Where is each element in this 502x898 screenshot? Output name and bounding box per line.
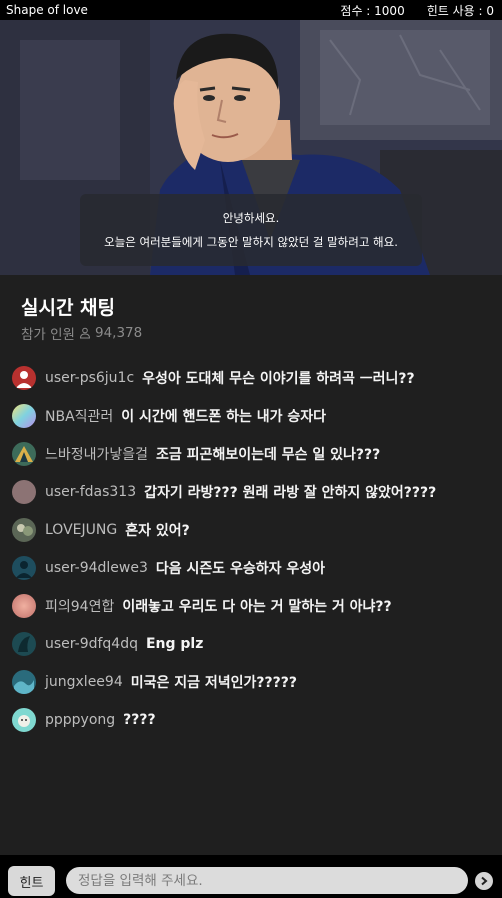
chat-message: ppppyong ???? <box>12 707 156 733</box>
chevron-right-icon <box>481 876 488 886</box>
chat-username[interactable]: NBA직관러 <box>45 406 113 426</box>
chat-username[interactable]: user-94dlewe3 <box>45 560 148 576</box>
answer-input[interactable] <box>66 867 468 894</box>
chat-username[interactable]: user-fdas313 <box>45 484 136 500</box>
hint-usage-text: 힌트 사용 : 0 <box>426 3 494 18</box>
chat-username[interactable]: user-9dfq4dq <box>45 636 138 652</box>
live-chat-panel: 실시간 채팅 참가 인원 94,378 user-ps6ju1c 우성아 도대체… <box>0 275 502 855</box>
subtitle-box: 안녕하세요. 오늘은 여러분들에게 그동안 말하지 않았던 걸 말하려고 해요. <box>80 194 422 266</box>
chat-username[interactable]: user-ps6ju1c <box>45 370 134 386</box>
chat-text: 다음 시즌도 우승하자 우성아 <box>155 561 326 577</box>
chat-message: user-ps6ju1c 우성아 도대체 무슨 이야기를 하려곡 ㅡ러니?? <box>12 365 415 391</box>
avatar <box>12 632 36 656</box>
top-status-bar: Shape of love 점수 : 1000 힌트 사용 : 0 <box>0 0 502 20</box>
subtitle-line-1: 안녕하세요. <box>222 211 280 225</box>
hero-image-area: 안녕하세요. 오늘은 여러분들에게 그동안 말하지 않았던 걸 말하려고 해요. <box>0 20 502 275</box>
avatar <box>12 670 36 694</box>
chat-message: user-94dlewe3 다음 시즌도 우승하자 우성아 <box>12 555 325 581</box>
chat-text: 이 시간에 핸드폰 하는 내가 승자다 <box>121 409 326 425</box>
chat-message: 피의94연합 이래놓고 우리도 다 아는 거 말하는 거 아냐?? <box>12 593 392 619</box>
chat-message: jungxlee94 미국은 지금 저녁인가????? <box>12 669 297 695</box>
send-button[interactable] <box>475 872 493 890</box>
avatar <box>12 442 36 466</box>
avatar <box>12 366 36 390</box>
avatar <box>12 480 36 504</box>
subtitle-line-2: 오늘은 여러분들에게 그동안 말하지 않았던 걸 말하려고 해요. <box>104 235 398 249</box>
chat-text: 갑자기 라방??? 원래 라방 잘 안하지 않았어???? <box>144 485 437 501</box>
chat-text: Eng plz <box>145 636 204 652</box>
participants-info: 참가 인원 94,378 <box>21 323 142 343</box>
chat-text: 이래놓고 우리도 다 아는 거 말하는 거 아냐?? <box>122 599 392 615</box>
chat-text: 미국은 지금 저녁인가????? <box>130 675 298 691</box>
score-text: 점수 : 1000 <box>340 3 405 18</box>
avatar <box>12 556 36 580</box>
avatar <box>12 594 36 618</box>
chat-title: 실시간 채팅 <box>21 297 116 319</box>
participants-count: 94,378 <box>94 325 143 341</box>
chat-message: user-fdas313 갑자기 라방??? 원래 라방 잘 안하지 않았어??… <box>12 479 436 505</box>
chat-text: 혼자 있어? <box>125 523 190 539</box>
chat-message: 느바정내가낳을걸 조금 피곤해보이는데 무슨 일 있나??? <box>12 441 380 467</box>
answer-input-bar: 힌트 <box>0 855 502 898</box>
chat-username[interactable]: 느바정내가낳을걸 <box>45 444 148 464</box>
app-title: Shape of love <box>6 3 88 17</box>
participants-label: 참가 인원 <box>21 327 75 343</box>
avatar <box>12 518 36 542</box>
chat-message: NBA직관러 이 시간에 핸드폰 하는 내가 승자다 <box>12 403 326 429</box>
avatar <box>12 708 36 732</box>
person-icon <box>79 327 90 339</box>
status-group: 점수 : 1000 힌트 사용 : 0 <box>340 2 496 19</box>
chat-text: 조금 피곤해보이는데 무슨 일 있나??? <box>156 447 381 463</box>
chat-message: LOVEJUNG 혼자 있어? <box>12 517 190 543</box>
chat-username[interactable]: jungxlee94 <box>45 674 123 690</box>
chat-text: 우성아 도대체 무슨 이야기를 하려곡 ㅡ러니?? <box>142 371 415 387</box>
chat-username[interactable]: LOVEJUNG <box>45 522 117 538</box>
avatar <box>12 404 36 428</box>
chat-username[interactable]: ppppyong <box>45 712 115 728</box>
chat-text: ???? <box>123 712 156 728</box>
hint-button[interactable]: 힌트 <box>8 866 55 896</box>
chat-username[interactable]: 피의94연합 <box>45 596 114 616</box>
chat-message: user-9dfq4dq Eng plz <box>12 631 203 657</box>
